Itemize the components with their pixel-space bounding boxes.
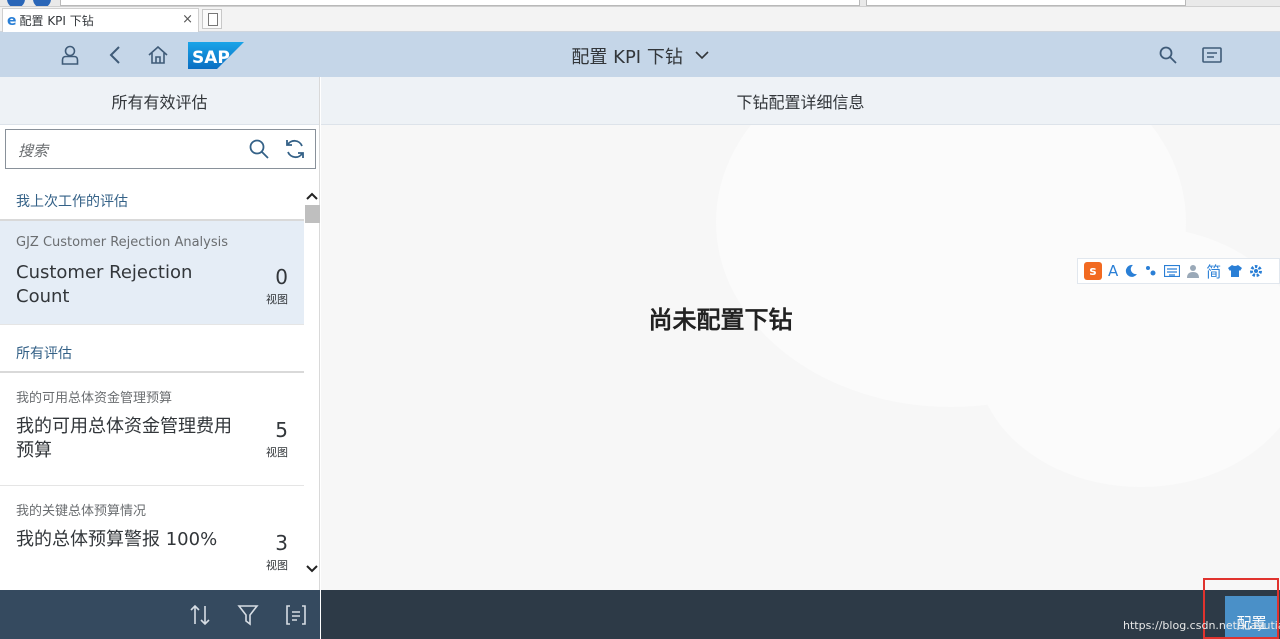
new-tab-button[interactable] xyxy=(202,9,222,29)
group-header-label: 我上次工作的评估 xyxy=(16,194,128,210)
list-item-unit: 视图 xyxy=(266,293,288,306)
group-header-all: 所有评估 xyxy=(0,325,304,373)
list-item-count: 3 xyxy=(275,531,288,555)
search-field[interactable]: 搜索 xyxy=(5,129,316,169)
refresh-icon[interactable] xyxy=(284,138,306,160)
list-item[interactable]: 我的关键总体预算情况 我的总体预算警报 100% 3 视图 xyxy=(0,486,304,590)
list-item-title: 我的总体预算警报 100% xyxy=(16,529,218,550)
detail-panel-header: 下钻配置详细信息 xyxy=(321,77,1280,125)
browser-search-field[interactable] xyxy=(866,0,1186,6)
font-icon[interactable]: A xyxy=(1108,262,1118,280)
back-nav-icon[interactable] xyxy=(7,0,25,6)
person-icon[interactable] xyxy=(1186,264,1200,278)
group-icon[interactable] xyxy=(281,601,311,629)
evaluation-list: 我上次工作的评估 GJZ Customer Rejection Analysis… xyxy=(0,173,304,590)
keyboard-icon[interactable] xyxy=(1164,265,1181,277)
list-item-title: 我的可用总体资金管理费用预算 xyxy=(16,416,232,461)
ime-toolbar: s A 简 xyxy=(1077,258,1280,284)
browser-tab[interactable]: e 配置 KPI 下钻 × xyxy=(2,8,199,32)
detail-panel: 下钻配置详细信息 尚未配置下钻 xyxy=(321,77,1280,590)
browser-chrome: e 配置 KPI 下钻 × xyxy=(0,0,1280,32)
scrollbar-thumb[interactable] xyxy=(305,205,320,223)
search-icon[interactable] xyxy=(248,138,270,160)
tab-close-icon[interactable]: × xyxy=(182,12,193,27)
detail-panel-title: 下钻配置详细信息 xyxy=(736,92,865,112)
list-item-unit: 视图 xyxy=(266,559,288,572)
search-icon[interactable] xyxy=(1153,40,1183,70)
list-item-subtitle: GJZ Customer Rejection Analysis xyxy=(16,235,229,250)
list-item[interactable]: GJZ Customer Rejection Analysis Customer… xyxy=(0,221,304,325)
punctuation-icon[interactable] xyxy=(1144,264,1158,278)
scroll-down-icon[interactable] xyxy=(304,561,320,577)
app-title-menu[interactable] xyxy=(570,40,715,70)
sap-logo-text: SAP xyxy=(192,48,230,68)
settings-gear-icon[interactable] xyxy=(1249,264,1263,278)
master-list-panel: 所有有效评估 搜索 我上次工作的评估 GJZ Customer Rejectio… xyxy=(0,77,320,590)
list-item-title: Customer Rejection Count xyxy=(16,262,193,307)
address-field[interactable] xyxy=(60,0,860,6)
list-item[interactable]: 我的可用总体资金管理预算 我的可用总体资金管理费用预算 5 视图 xyxy=(0,373,304,486)
master-footer-toolbar xyxy=(0,590,320,639)
list-item-count: 5 xyxy=(275,418,288,442)
notifications-icon[interactable] xyxy=(1197,40,1227,70)
group-header-recent: 我上次工作的评估 xyxy=(0,173,304,221)
sap-logo: SAP xyxy=(188,42,244,69)
list-item-count: 0 xyxy=(275,265,288,289)
watermark: https://blog.csdn.net/xiayutian_c xyxy=(1123,619,1280,632)
forward-nav-icon[interactable] xyxy=(33,0,51,6)
master-panel-title: 所有有效评估 xyxy=(111,92,208,112)
address-bar-strip xyxy=(0,0,1280,7)
skin-icon[interactable] xyxy=(1227,264,1243,278)
list-item-subtitle: 我的可用总体资金管理预算 xyxy=(16,391,173,406)
list-item-unit: 视图 xyxy=(266,446,288,459)
ie-icon: e xyxy=(7,12,17,29)
filter-icon[interactable] xyxy=(233,601,263,629)
simplified-chinese-icon[interactable]: 简 xyxy=(1206,261,1221,282)
group-header-label: 所有评估 xyxy=(16,346,72,362)
user-icon[interactable] xyxy=(55,40,85,70)
scroll-up-icon[interactable] xyxy=(304,188,320,204)
ime-logo-icon[interactable]: s xyxy=(1084,262,1102,280)
tab-title: 配置 KPI 下钻 xyxy=(19,14,94,28)
home-icon[interactable] xyxy=(143,40,173,70)
empty-state-message: 尚未配置下钻 xyxy=(648,306,793,334)
sort-icon[interactable] xyxy=(185,601,215,629)
master-panel-header: 所有有效评估 xyxy=(0,77,319,125)
moon-icon[interactable] xyxy=(1124,264,1138,278)
back-icon[interactable] xyxy=(100,40,130,70)
search-input[interactable]: 搜索 xyxy=(18,140,48,161)
list-item-subtitle: 我的关键总体预算情况 xyxy=(16,504,147,519)
scrollbar[interactable] xyxy=(304,183,320,589)
